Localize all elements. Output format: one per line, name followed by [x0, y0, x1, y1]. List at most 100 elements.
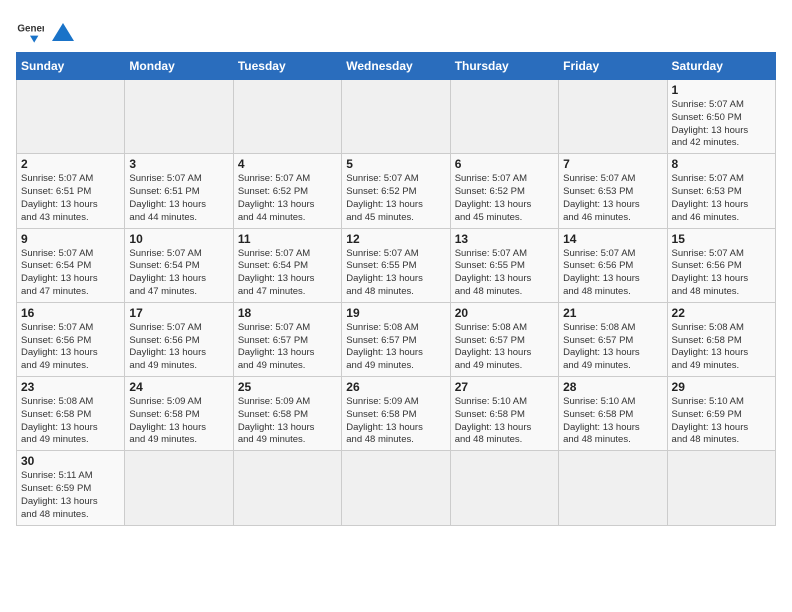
day-number: 30: [21, 454, 120, 468]
day-number: 21: [563, 306, 662, 320]
day-info: Sunrise: 5:09 AM Sunset: 6:58 PM Dayligh…: [129, 396, 228, 447]
calendar-cell: [450, 451, 558, 525]
day-number: 27: [455, 380, 554, 394]
calendar-cell: 18 Sunrise: 5:07 AM Sunset: 6:57 PM Dayli…: [233, 302, 341, 376]
day-info: Sunrise: 5:08 AM Sunset: 6:57 PM Dayligh…: [455, 322, 554, 373]
calendar-cell: 16 Sunrise: 5:07 AM Sunset: 6:56 PM Dayli…: [17, 302, 125, 376]
day-number: 16: [21, 306, 120, 320]
day-number: 3: [129, 157, 228, 171]
day-number: 19: [346, 306, 445, 320]
day-number: 10: [129, 232, 228, 246]
calendar-cell: 25 Sunrise: 5:09 AM Sunset: 6:58 PM Dayli…: [233, 377, 341, 451]
calendar-cell: 17 Sunrise: 5:07 AM Sunset: 6:56 PM Dayli…: [125, 302, 233, 376]
calendar-cell: 1 Sunrise: 5:07 AM Sunset: 6:50 PM Daylig…: [667, 80, 775, 154]
day-number: 4: [238, 157, 337, 171]
calendar-cell: 10 Sunrise: 5:07 AM Sunset: 6:54 PM Dayli…: [125, 228, 233, 302]
calendar-week-row: 1 Sunrise: 5:07 AM Sunset: 6:50 PM Daylig…: [17, 80, 776, 154]
day-number: 9: [21, 232, 120, 246]
day-number: 22: [672, 306, 771, 320]
day-info: Sunrise: 5:07 AM Sunset: 6:52 PM Dayligh…: [346, 173, 445, 224]
calendar-cell: [342, 451, 450, 525]
day-info: Sunrise: 5:11 AM Sunset: 6:59 PM Dayligh…: [21, 470, 120, 521]
day-info: Sunrise: 5:08 AM Sunset: 6:58 PM Dayligh…: [21, 396, 120, 447]
weekday-header: Saturday: [667, 53, 775, 80]
day-number: 24: [129, 380, 228, 394]
day-info: Sunrise: 5:08 AM Sunset: 6:57 PM Dayligh…: [563, 322, 662, 373]
calendar-cell: 7 Sunrise: 5:07 AM Sunset: 6:53 PM Daylig…: [559, 154, 667, 228]
day-info: Sunrise: 5:07 AM Sunset: 6:53 PM Dayligh…: [563, 173, 662, 224]
day-info: Sunrise: 5:09 AM Sunset: 6:58 PM Dayligh…: [346, 396, 445, 447]
day-info: Sunrise: 5:07 AM Sunset: 6:54 PM Dayligh…: [129, 248, 228, 299]
day-number: 18: [238, 306, 337, 320]
calendar-cell: [125, 451, 233, 525]
calendar-cell: 11 Sunrise: 5:07 AM Sunset: 6:54 PM Dayli…: [233, 228, 341, 302]
calendar-cell: [233, 80, 341, 154]
calendar-cell: 30 Sunrise: 5:11 AM Sunset: 6:59 PM Dayli…: [17, 451, 125, 525]
calendar-cell: 22 Sunrise: 5:08 AM Sunset: 6:58 PM Dayli…: [667, 302, 775, 376]
calendar-cell: 5 Sunrise: 5:07 AM Sunset: 6:52 PM Daylig…: [342, 154, 450, 228]
calendar-week-row: 16 Sunrise: 5:07 AM Sunset: 6:56 PM Dayli…: [17, 302, 776, 376]
day-info: Sunrise: 5:07 AM Sunset: 6:56 PM Dayligh…: [563, 248, 662, 299]
day-info: Sunrise: 5:07 AM Sunset: 6:52 PM Dayligh…: [238, 173, 337, 224]
day-info: Sunrise: 5:07 AM Sunset: 6:56 PM Dayligh…: [129, 322, 228, 373]
day-number: 25: [238, 380, 337, 394]
calendar-table: SundayMondayTuesdayWednesdayThursdayFrid…: [16, 52, 776, 526]
logo-icon: General: [16, 16, 44, 44]
day-info: Sunrise: 5:07 AM Sunset: 6:54 PM Dayligh…: [21, 248, 120, 299]
calendar-cell: [342, 80, 450, 154]
day-info: Sunrise: 5:07 AM Sunset: 6:57 PM Dayligh…: [238, 322, 337, 373]
day-number: 2: [21, 157, 120, 171]
calendar-cell: [559, 80, 667, 154]
day-info: Sunrise: 5:07 AM Sunset: 6:50 PM Dayligh…: [672, 99, 771, 150]
day-number: 29: [672, 380, 771, 394]
day-info: Sunrise: 5:10 AM Sunset: 6:59 PM Dayligh…: [672, 396, 771, 447]
weekday-header: Monday: [125, 53, 233, 80]
svg-text:General: General: [17, 23, 44, 34]
day-number: 14: [563, 232, 662, 246]
calendar-cell: 20Sunrise: 5:08 AM Sunset: 6:57 PM Dayli…: [450, 302, 558, 376]
weekday-header: Sunday: [17, 53, 125, 80]
day-info: Sunrise: 5:07 AM Sunset: 6:55 PM Dayligh…: [346, 248, 445, 299]
calendar-week-row: 9 Sunrise: 5:07 AM Sunset: 6:54 PM Daylig…: [17, 228, 776, 302]
calendar-cell: 8Sunrise: 5:07 AM Sunset: 6:53 PM Daylig…: [667, 154, 775, 228]
day-number: 26: [346, 380, 445, 394]
day-number: 7: [563, 157, 662, 171]
day-number: 28: [563, 380, 662, 394]
day-info: Sunrise: 5:10 AM Sunset: 6:58 PM Dayligh…: [563, 396, 662, 447]
calendar-cell: 29 Sunrise: 5:10 AM Sunset: 6:59 PM Dayli…: [667, 377, 775, 451]
page-header: General: [16, 16, 776, 44]
calendar-week-row: 23 Sunrise: 5:08 AM Sunset: 6:58 PM Dayli…: [17, 377, 776, 451]
day-info: Sunrise: 5:07 AM Sunset: 6:54 PM Dayligh…: [238, 248, 337, 299]
calendar-header: SundayMondayTuesdayWednesdayThursdayFrid…: [17, 53, 776, 80]
day-info: Sunrise: 5:07 AM Sunset: 6:52 PM Dayligh…: [455, 173, 554, 224]
day-info: Sunrise: 5:07 AM Sunset: 6:56 PM Dayligh…: [672, 248, 771, 299]
day-number: 23: [21, 380, 120, 394]
weekday-header: Thursday: [450, 53, 558, 80]
calendar-cell: 23 Sunrise: 5:08 AM Sunset: 6:58 PM Dayli…: [17, 377, 125, 451]
calendar-cell: 26 Sunrise: 5:09 AM Sunset: 6:58 PM Dayli…: [342, 377, 450, 451]
day-number: 17: [129, 306, 228, 320]
day-info: Sunrise: 5:08 AM Sunset: 6:58 PM Dayligh…: [672, 322, 771, 373]
day-number: 1: [672, 83, 771, 97]
calendar-cell: [125, 80, 233, 154]
day-number: 15: [672, 232, 771, 246]
day-number: 11: [238, 232, 337, 246]
logo-triangle-icon: [52, 19, 74, 41]
calendar-cell: [233, 451, 341, 525]
day-info: Sunrise: 5:07 AM Sunset: 6:55 PM Dayligh…: [455, 248, 554, 299]
day-info: Sunrise: 5:07 AM Sunset: 6:56 PM Dayligh…: [21, 322, 120, 373]
calendar-cell: 2 Sunrise: 5:07 AM Sunset: 6:51 PM Daylig…: [17, 154, 125, 228]
calendar-cell: 4 Sunrise: 5:07 AM Sunset: 6:52 PM Daylig…: [233, 154, 341, 228]
calendar-cell: 21 Sunrise: 5:08 AM Sunset: 6:57 PM Dayli…: [559, 302, 667, 376]
calendar-week-row: 2 Sunrise: 5:07 AM Sunset: 6:51 PM Daylig…: [17, 154, 776, 228]
day-number: 5: [346, 157, 445, 171]
day-number: 8: [672, 157, 771, 171]
calendar-cell: 19Sunrise: 5:08 AM Sunset: 6:57 PM Dayli…: [342, 302, 450, 376]
weekday-header: Friday: [559, 53, 667, 80]
day-info: Sunrise: 5:09 AM Sunset: 6:58 PM Dayligh…: [238, 396, 337, 447]
day-info: Sunrise: 5:07 AM Sunset: 6:51 PM Dayligh…: [21, 173, 120, 224]
calendar-cell: 24 Sunrise: 5:09 AM Sunset: 6:58 PM Dayli…: [125, 377, 233, 451]
calendar-cell: 6Sunrise: 5:07 AM Sunset: 6:52 PM Daylig…: [450, 154, 558, 228]
calendar-cell: 3Sunrise: 5:07 AM Sunset: 6:51 PM Daylig…: [125, 154, 233, 228]
calendar-cell: [667, 451, 775, 525]
